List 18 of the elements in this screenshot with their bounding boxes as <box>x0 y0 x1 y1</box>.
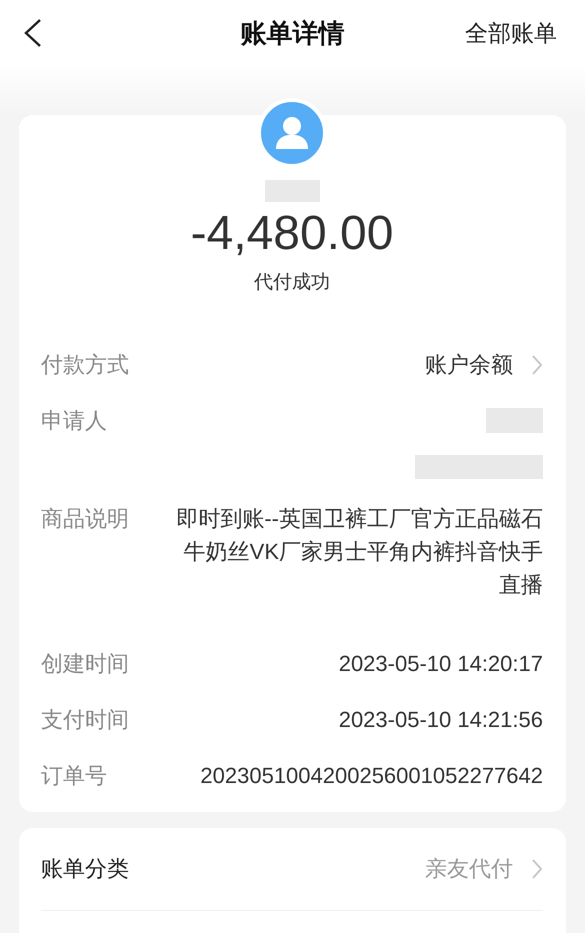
chevron-right-icon <box>531 354 543 376</box>
field-value: 2023051004200256001052277642 <box>200 762 543 790</box>
amount: -4,480.00 <box>190 206 394 262</box>
payment-method-link[interactable]: 账户余额 <box>425 348 543 381</box>
payment-status: 代付成功 <box>254 271 330 295</box>
all-bills-link[interactable]: 全部账单 <box>465 18 557 48</box>
field-value: 2023-05-10 14:21:56 <box>338 706 543 734</box>
field-label: 申请人 <box>41 407 107 435</box>
page-title: 账单详情 <box>240 18 344 48</box>
field-label: 创建时间 <box>41 650 129 678</box>
field-label: 订单号 <box>41 762 107 790</box>
field-label: 账单分类 <box>41 855 129 883</box>
field-label: 付款方式 <box>41 351 129 379</box>
field-value: 即时到账--英国卫裤工厂官方正品磁石牛奶丝VK厂家男士平角内裤抖音快手直播 <box>175 505 543 599</box>
chevron-right-icon <box>531 858 543 880</box>
field-value: 2023-05-10 14:20:17 <box>338 650 543 678</box>
field-label: 商品说明 <box>41 505 129 533</box>
field-label: 支付时间 <box>41 706 129 734</box>
